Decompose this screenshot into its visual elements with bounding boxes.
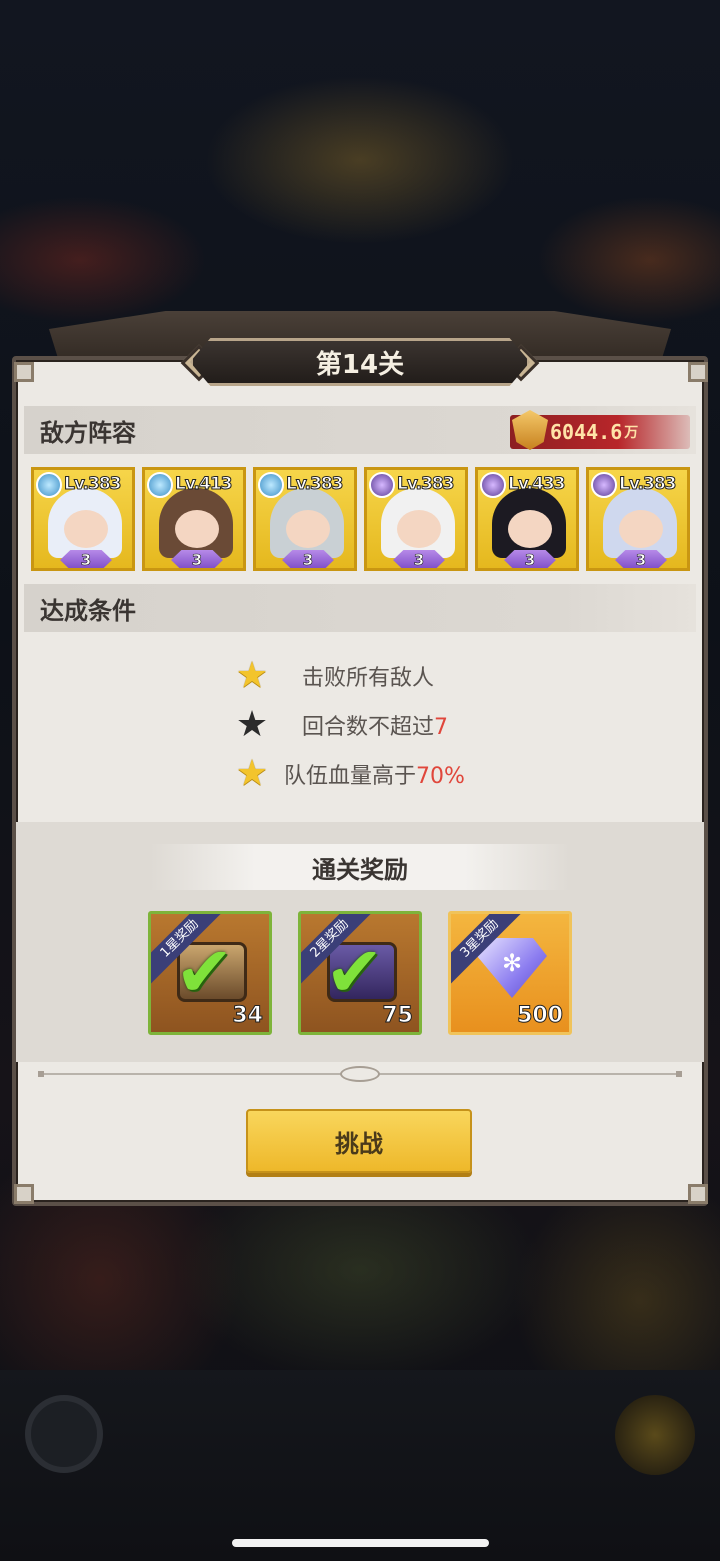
reward-count: 75 — [382, 1003, 414, 1029]
home-indicator[interactable] — [232, 1539, 489, 1547]
enemy-power-unit: 万 — [624, 425, 639, 441]
enemy-face-icon — [508, 510, 552, 548]
star-filled-icon: ★ — [235, 655, 269, 696]
background-bottom-bar — [0, 1370, 720, 1561]
enemy-unit-card[interactable]: Lv.383 3 — [31, 467, 135, 571]
enemy-unit-card[interactable]: Lv.413 3 — [142, 467, 246, 571]
enemy-star-badge: 3 — [615, 550, 667, 568]
enemy-level: Lv.383 — [618, 474, 677, 495]
condition-item: ★ 队伍血量高于70% — [232, 754, 465, 794]
enemy-level: Lv.383 — [396, 474, 455, 495]
corner-ornament-icon — [688, 1184, 708, 1204]
light-element-icon — [258, 472, 284, 498]
star-empty-icon: ★ — [235, 704, 269, 745]
rewards-header: 通关奖励 — [150, 844, 570, 890]
snowflake-icon: ✻ — [501, 949, 523, 977]
enemy-star-badge: 3 — [282, 550, 334, 568]
light-element-icon — [147, 472, 173, 498]
rewards-title: 通关奖励 — [312, 855, 408, 884]
background-gold-button-icon — [615, 1395, 695, 1475]
dark-element-icon — [369, 472, 395, 498]
enemy-level: Lv.413 — [174, 474, 233, 495]
stage-title-banner: 第14关 — [190, 338, 530, 386]
enemy-lineup-title: 敌方阵容 — [40, 418, 136, 447]
enemy-unit-card[interactable]: Lv.433 3 — [475, 467, 579, 571]
divider-ornament-icon — [340, 1066, 380, 1082]
star-filled-icon: ★ — [235, 753, 269, 794]
light-element-icon — [36, 472, 62, 498]
dark-element-icon — [591, 472, 617, 498]
enemy-star-badge: 3 — [60, 550, 112, 568]
corner-ornament-icon — [14, 1184, 34, 1204]
enemy-face-icon — [64, 510, 108, 548]
condition-text: 队伍血量高于70% — [284, 764, 465, 789]
enemy-power-value: 6044.6 — [550, 420, 623, 444]
condition-item: ★ 回合数不超过7 — [232, 705, 448, 745]
condition-item: ★ 击败所有敌人 — [232, 656, 434, 696]
reward-count: 34 — [232, 1003, 264, 1029]
enemy-star-badge: 3 — [504, 550, 556, 568]
enemy-face-icon — [286, 510, 330, 548]
enemy-face-icon — [619, 510, 663, 548]
enemy-star-badge: 3 — [393, 550, 445, 568]
enemy-face-icon — [175, 510, 219, 548]
divider-dot — [676, 1071, 682, 1077]
enemy-unit-card[interactable]: Lv.383 3 — [586, 467, 690, 571]
conditions-header: 达成条件 — [24, 584, 696, 632]
condition-text: 击败所有敌人 — [302, 666, 435, 691]
reward-card-3-star[interactable]: ✻ 3星奖励 500 — [448, 911, 572, 1035]
enemy-face-icon — [397, 510, 441, 548]
reward-count: 500 — [517, 1003, 564, 1029]
dark-element-icon — [480, 472, 506, 498]
enemy-star-badge: 3 — [171, 550, 223, 568]
divider-dot — [38, 1071, 44, 1077]
challenge-button[interactable]: 挑战 — [246, 1109, 472, 1173]
reward-card-1-star[interactable]: ✔ 1星奖励 34 — [148, 911, 272, 1035]
reward-card-2-star[interactable]: ✔ 2星奖励 75 — [298, 911, 422, 1035]
background-joystick-icon — [25, 1395, 103, 1473]
enemy-unit-card[interactable]: Lv.383 3 — [364, 467, 468, 571]
condition-text: 回合数不超过7 — [302, 715, 449, 740]
enemy-unit-list: Lv.383 3 Lv.413 3 Lv.383 3 Lv.383 3 Lv.433 3 Lv.38… — [31, 467, 691, 571]
challenge-button-label: 挑战 — [335, 1129, 383, 1158]
enemy-level: Lv.383 — [63, 474, 122, 495]
stage-title: 第14关 — [315, 349, 405, 380]
enemy-unit-card[interactable]: Lv.383 3 — [253, 467, 357, 571]
enemy-level: Lv.433 — [507, 474, 566, 495]
corner-ornament-icon — [14, 362, 34, 382]
corner-ornament-icon — [688, 362, 708, 382]
enemy-level: Lv.383 — [285, 474, 344, 495]
conditions-title: 达成条件 — [40, 596, 136, 625]
